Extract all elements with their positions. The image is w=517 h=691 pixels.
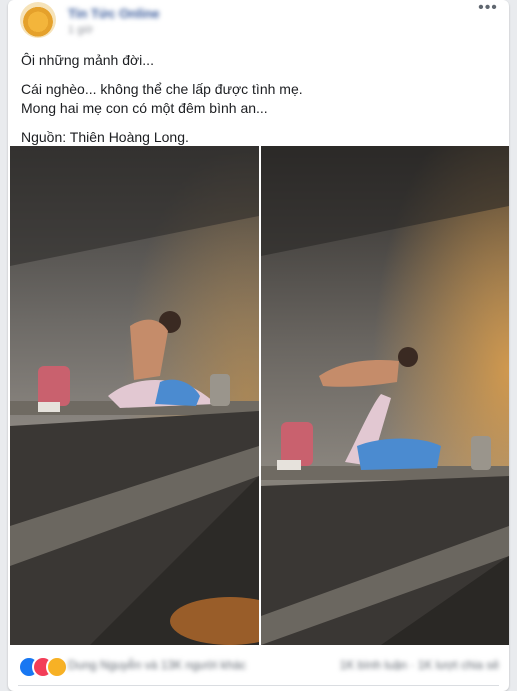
author-name[interactable]: Tin Tức Online <box>68 6 160 21</box>
comment-share-stats[interactable]: 1K bình luận · 1K lượt chia sẻ <box>340 658 499 672</box>
post-header: Tin Tức Online 1 giờ ••• <box>8 0 509 44</box>
post-footer: Dung Nguyễn và 13K người khác 1K bình lu… <box>8 648 509 691</box>
post-line-1: Ôi những mảnh đời... <box>21 52 154 68</box>
photo-left[interactable] <box>10 146 259 645</box>
more-options-button[interactable]: ••• <box>477 0 499 18</box>
photo-right[interactable] <box>261 146 509 645</box>
haha-icon <box>46 656 68 678</box>
photo-grid <box>8 146 509 645</box>
post-line-4: Nguồn: Thiên Hoàng Long. <box>21 129 189 145</box>
more-horizontal-icon: ••• <box>478 0 498 16</box>
reaction-summary[interactable]: Dung Nguyễn và 13K người khác <box>68 658 246 672</box>
photo-left-image <box>10 146 259 645</box>
footer-divider <box>18 685 499 686</box>
post-line-2: Cái nghèo... không thể che lấp được tình… <box>21 81 303 97</box>
page-avatar[interactable] <box>20 2 56 38</box>
post-card: Tin Tức Online 1 giờ ••• Ôi những mảnh đ… <box>8 0 509 691</box>
post-line-3: Mong hai mẹ con có một đêm bình an... <box>21 100 268 116</box>
post-text: Ôi những mảnh đời... Cái nghèo... không … <box>21 51 501 147</box>
photo-right-image <box>261 146 509 645</box>
post-timestamp[interactable]: 1 giờ <box>68 24 93 36</box>
